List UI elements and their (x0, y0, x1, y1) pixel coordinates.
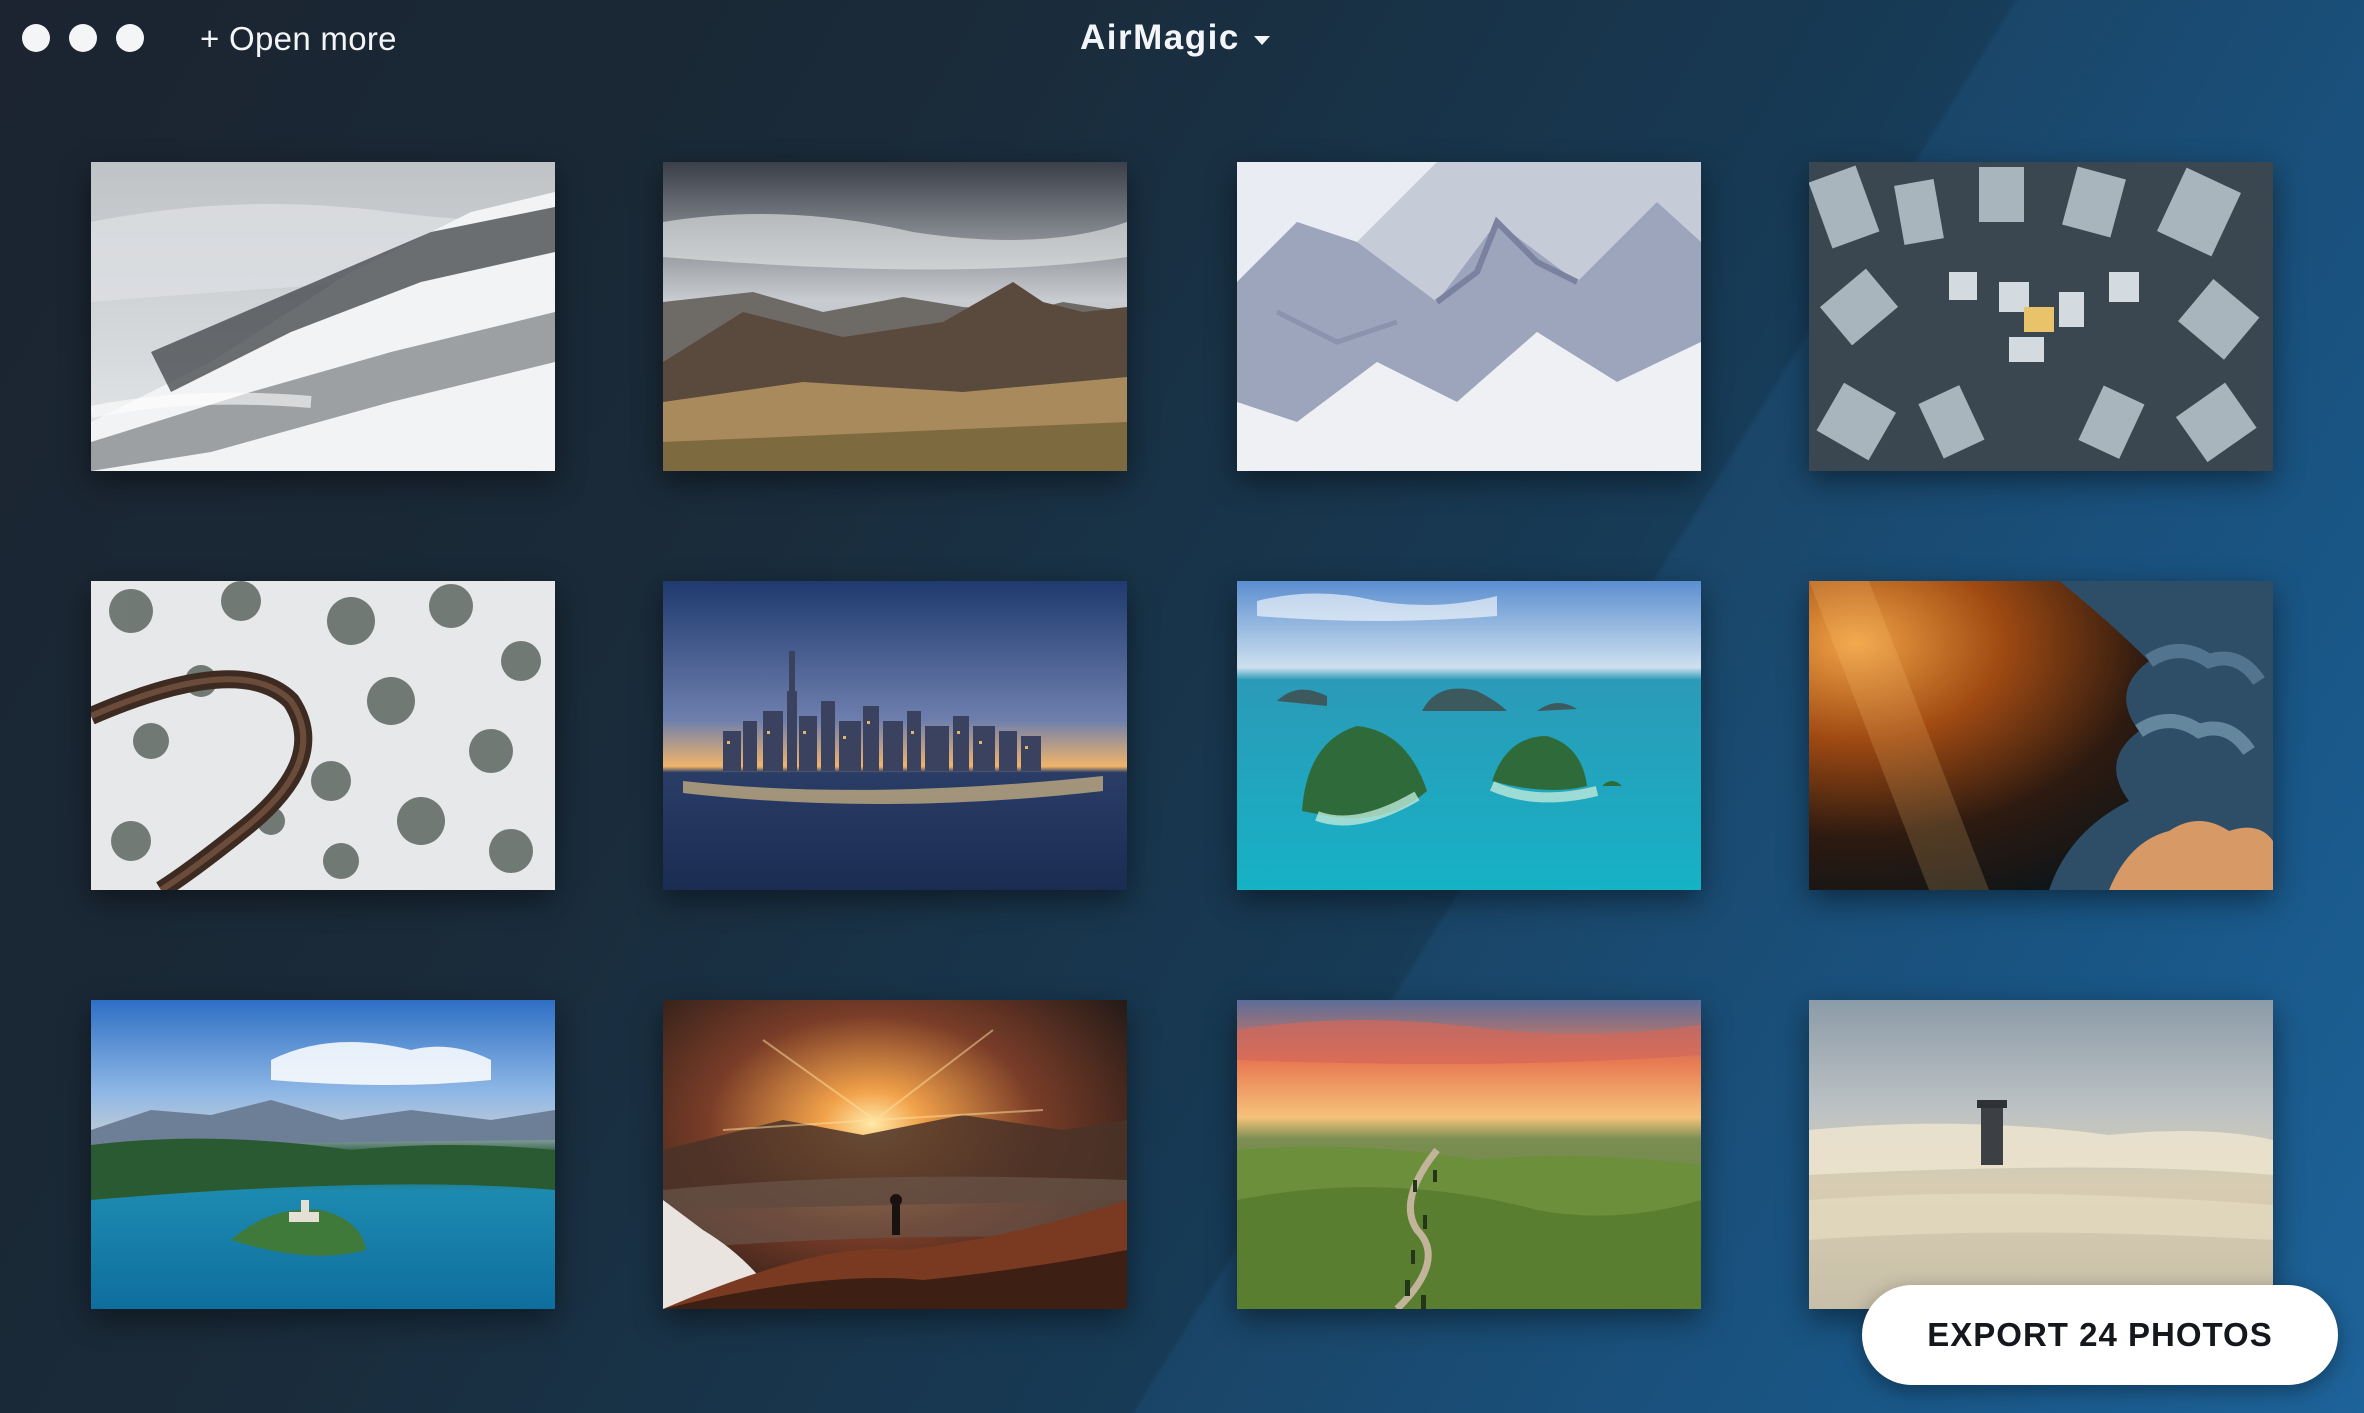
app-title: AirMagic (1080, 18, 1240, 57)
photo-tropical-islands[interactable] (1237, 581, 1701, 890)
close-icon[interactable] (22, 24, 50, 52)
photo-lake-island-church[interactable] (91, 1000, 555, 1309)
window-controls (22, 24, 144, 52)
app-window: + Open more AirMagic EXPORT 24 PHOTOS (0, 0, 2364, 1413)
open-more-button[interactable]: + Open more (200, 20, 397, 58)
photo-aerial-city-skyscrapers[interactable] (1809, 162, 2273, 471)
photo-aerial-winding-road[interactable] (91, 581, 555, 890)
app-title-menu[interactable]: AirMagic (1080, 18, 1270, 58)
photo-rocky-mountain-ridge[interactable] (663, 162, 1127, 471)
photo-hiker-sunset-peak[interactable] (663, 1000, 1127, 1309)
photo-city-skyline-dusk[interactable] (663, 581, 1127, 890)
export-button[interactable]: EXPORT 24 PHOTOS (1862, 1285, 2338, 1385)
photo-aerial-snowy-mountains[interactable] (1237, 162, 1701, 471)
photo-rolling-hills-road[interactable] (1237, 1000, 1701, 1309)
photo-golden-clouds[interactable] (1809, 581, 2273, 890)
minimize-icon[interactable] (69, 24, 97, 52)
photo-grid (0, 0, 2364, 1413)
zoom-icon[interactable] (116, 24, 144, 52)
photo-snowy-mountain-forest[interactable] (91, 162, 555, 471)
photo-tower-above-fog[interactable] (1809, 1000, 2273, 1309)
title-bar: + Open more AirMagic (0, 0, 2364, 80)
chevron-down-icon (1253, 35, 1270, 45)
